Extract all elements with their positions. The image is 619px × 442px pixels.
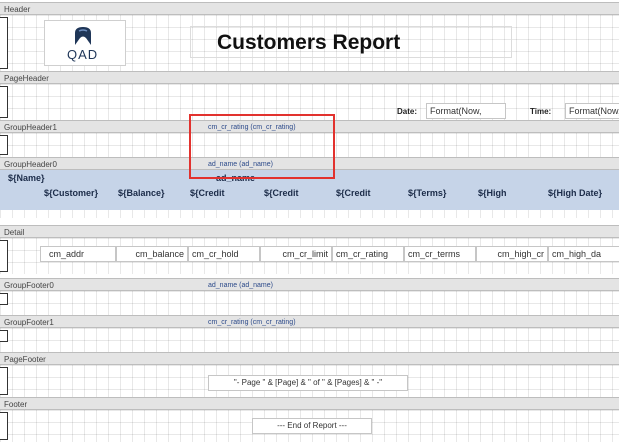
- detail-field-cr-rating[interactable]: cm_cr_rating: [332, 246, 404, 262]
- column-header-credit-hold[interactable]: ${Credit: [190, 187, 225, 199]
- page-number-field[interactable]: "- Page " & [Page] & " of " & [Pages] & …: [208, 375, 408, 391]
- band-header[interactable]: Header: [0, 2, 619, 15]
- detail-ruler: [0, 240, 8, 272]
- section-detail: cm_addr cm_balance cm_cr_hold cm_cr_limi…: [0, 238, 619, 274]
- page-header-ruler: [0, 86, 8, 118]
- qad-logo-icon: [75, 27, 91, 45]
- column-header-terms[interactable]: ${Terms}: [408, 187, 446, 199]
- band-group-header1-label: GroupHeader1: [4, 123, 57, 132]
- time-label: Time:: [530, 107, 552, 116]
- date-label: Date:: [397, 107, 418, 116]
- date-field[interactable]: Format(Now,: [426, 103, 506, 119]
- detail-field-addr[interactable]: cm_addr: [40, 246, 116, 262]
- band-group-footer0[interactable]: GroupFooter0 ad_name (ad_name): [0, 278, 619, 291]
- band-group-header0-label: GroupHeader0: [4, 160, 57, 169]
- section-page-footer: "- Page " & [Page] & " of " & [Pages] & …: [0, 365, 619, 397]
- report-title: Customers Report: [217, 31, 401, 54]
- name-header-label[interactable]: ${Name}: [8, 172, 45, 184]
- section-header: QAD Customers Report: [0, 15, 619, 71]
- band-footer[interactable]: Footer: [0, 397, 619, 410]
- title-box[interactable]: Customers Report: [190, 26, 512, 58]
- column-header-high-credit[interactable]: ${High: [478, 187, 507, 199]
- band-page-footer[interactable]: PageFooter: [0, 352, 619, 365]
- band-page-header-label: PageHeader: [4, 74, 49, 83]
- detail-field-cr-hold[interactable]: cm_cr_hold: [188, 246, 260, 262]
- section-group-footer1: [0, 328, 619, 352]
- detail-field-high-date[interactable]: cm_high_da: [548, 246, 619, 262]
- group-header1-ruler: [0, 135, 8, 155]
- column-header-credit-rating[interactable]: ${Credit: [336, 187, 371, 199]
- band-group-footer1[interactable]: GroupFooter1 cm_cr_rating (cm_cr_rating): [0, 315, 619, 328]
- band-detail-label: Detail: [4, 228, 25, 237]
- time-field[interactable]: Format(Now,: [565, 103, 619, 119]
- section-group-footer0: [0, 291, 619, 315]
- detail-field-cr-limit[interactable]: cm_cr_limit: [260, 246, 332, 262]
- group-footer1-binding: cm_cr_rating (cm_cr_rating): [208, 319, 296, 326]
- band-footer-label: Footer: [4, 400, 28, 409]
- report-designer-canvas: Header QAD Customers Report PageHeader D…: [0, 0, 619, 442]
- column-header-high-date[interactable]: ${High Date}: [548, 187, 602, 199]
- highlight-annotation-box: [189, 114, 335, 179]
- band-detail[interactable]: Detail: [0, 225, 619, 238]
- detail-field-high-cr[interactable]: cm_high_cr: [476, 246, 548, 262]
- detail-field-balance[interactable]: cm_balance: [116, 246, 188, 262]
- band-group-footer1-label: GroupFooter1: [4, 318, 54, 327]
- logo-box[interactable]: QAD: [44, 20, 126, 66]
- column-header-balance[interactable]: ${Balance}: [118, 187, 165, 199]
- group-footer0-binding: ad_name (ad_name): [208, 282, 273, 289]
- column-header-credit-limit[interactable]: ${Credit: [264, 187, 299, 199]
- end-of-report-field[interactable]: --- End of Report ---: [252, 418, 372, 434]
- section-footer: --- End of Report ---: [0, 410, 619, 442]
- logo-text: QAD: [67, 47, 99, 62]
- group-footer1-ruler: [0, 330, 8, 342]
- column-header-customer[interactable]: ${Customer}: [44, 187, 98, 199]
- band-page-header[interactable]: PageHeader: [0, 71, 619, 84]
- band-page-footer-label: PageFooter: [4, 355, 46, 364]
- header-ruler: [0, 17, 8, 69]
- band-header-label: Header: [4, 5, 31, 14]
- footer-ruler: [0, 412, 8, 440]
- group-footer0-ruler: [0, 293, 8, 305]
- band-group-footer0-label: GroupFooter0: [4, 281, 54, 290]
- page-footer-ruler: [0, 367, 8, 395]
- detail-field-cr-terms[interactable]: cm_cr_terms: [404, 246, 476, 262]
